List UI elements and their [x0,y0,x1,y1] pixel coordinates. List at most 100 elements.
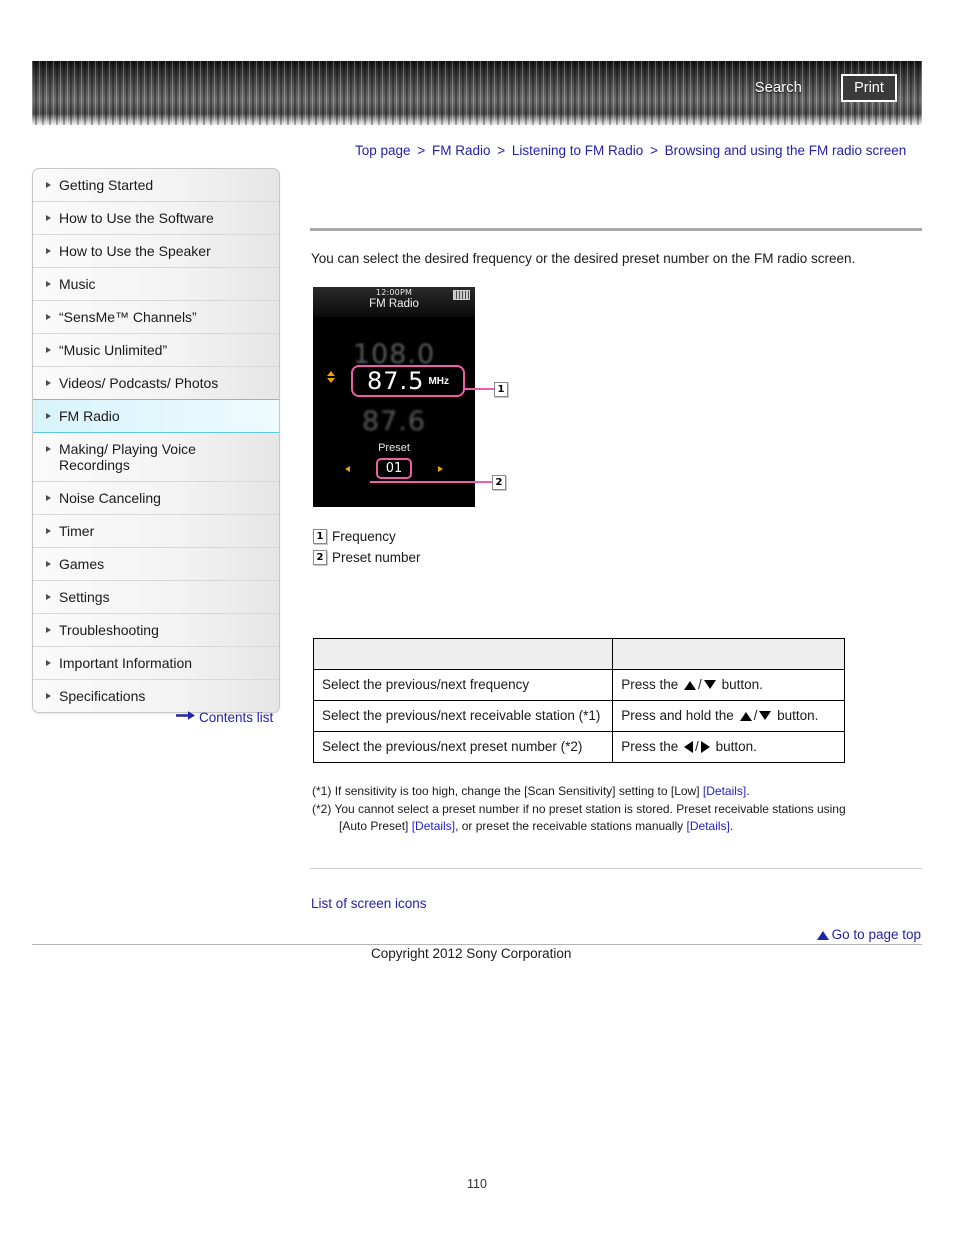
preset-previous-arrow-icon [345,466,350,472]
footnote-1-details-link[interactable]: [Details] [703,784,746,798]
footnote-2-marker: (*2) [312,802,332,816]
footnote-2: (*2) You cannot select a preset number i… [312,801,927,835]
device-clock: 12:00PM [375,288,413,297]
bullet-arrow-icon [46,693,51,699]
sidebar-item-fm-radio[interactable]: FM Radio [33,399,279,433]
sidebar-item-timer[interactable]: Timer [33,515,279,548]
table-header-operation [612,638,845,670]
sidebar-item-important-information[interactable]: Important Information [33,647,279,680]
operation-prefix: Press the [621,677,679,692]
sidebar-item-label: How to Use the Speaker [59,243,211,259]
footnote-2-details-link-1[interactable]: [Details] [412,819,455,833]
triangle-up-icon [816,931,829,940]
preset-selected-box: 01 [376,458,412,479]
legend-row: 1 Frequency [313,529,421,544]
table-cell-operation: Press the / button. [612,731,845,763]
operations-table: Select the previous/next frequency Press… [312,638,845,763]
bullet-arrow-icon [46,215,51,221]
copyright-text: Copyright 2012 Sony Corporation [371,946,572,961]
preset-row: 01 [313,458,475,480]
footnote-1-text: If sensitivity is too high, change the [… [334,784,703,798]
legend-marker-2: 2 [313,550,327,565]
frequency-scroll-arrows-icon [327,371,335,383]
triangle-up-icon [327,371,335,376]
frequency-area: 108.0 87.5 MHz 87.6 [313,339,475,437]
bullet-arrow-icon [46,281,51,287]
callout-marker-1: 1 [494,382,508,397]
legend-marker-1: 1 [313,529,327,544]
frequency-next-value: 87.6 [361,406,427,437]
breadcrumb-item-browsing-and-using-the-fm-radio-screen[interactable]: Browsing and using the FM radio screen [665,143,907,158]
sidebar-item-how-to-use-the-speaker[interactable]: How to Use the Speaker [33,235,279,268]
sidebar-item-label: Making/ Playing Voice Recordings [59,441,196,473]
breadcrumb-item-top-page[interactable]: Top page [355,143,411,158]
callout-leader-line-1 [464,388,494,390]
sidebar-item-videos-podcasts-photos[interactable]: Videos/ Podcasts/ Photos [33,367,279,400]
table-cell-action: Select the previous/next preset number (… [312,731,614,763]
sidebar-item-getting-started[interactable]: Getting Started [33,169,279,202]
footnote-2-text-b: [Auto Preset] [339,819,412,833]
footnote-2-text-d: . [729,819,734,833]
table-header-row [312,638,845,670]
triangle-down-icon [703,680,716,689]
sidebar-item-how-to-use-the-software[interactable]: How to Use the Software [33,202,279,235]
footer-top-divider [310,868,922,869]
breadcrumb-item-listening-to-fm-radio[interactable]: Listening to FM Radio [512,143,643,158]
bullet-arrow-icon [46,380,51,386]
sidebar-item-music[interactable]: Music [33,268,279,301]
device-status-bar: 12:00PM FM Radio [313,287,475,317]
preset-next-arrow-icon [438,466,443,472]
print-button[interactable]: Print [841,74,897,102]
go-to-page-top-label: Go to page top [831,927,921,942]
footnote-2-text: You cannot select a preset number if no … [334,802,846,816]
table-cell-action: Select the previous/next frequency [312,669,614,701]
sidebar-item-label: “Music Unlimited” [59,342,168,358]
bullet-arrow-icon [46,594,51,600]
sidebar-item-label: How to Use the Software [59,210,214,226]
list-of-screen-icons-link[interactable]: List of screen icons [311,896,427,911]
breadcrumb-separator: > [417,143,426,158]
bullet-arrow-icon [46,528,51,534]
preset-label: Preset [378,442,410,454]
breadcrumb-item-fm-radio[interactable]: FM Radio [432,143,491,158]
sidebar-item-music-unlimited[interactable]: “Music Unlimited” [33,334,279,367]
sidebar-item-sensme-channels[interactable]: “SensMe™ Channels” [33,301,279,334]
triangle-left-icon [684,741,694,753]
operation-suffix: button. [777,708,819,723]
sidebar-item-settings[interactable]: Settings [33,581,279,614]
footnote-2-details-link-2[interactable]: [Details] [687,819,730,833]
triangle-up-icon [684,681,697,690]
triangle-up-icon [739,712,752,721]
sidebar-item-label: Games [59,556,105,572]
go-to-page-top-link[interactable]: Go to page top [816,927,921,942]
sidebar-item-label: Specifications [59,688,146,704]
sidebar-item-label: Timer [59,523,95,539]
bullet-arrow-icon [46,627,51,633]
triangle-down-icon [759,711,772,720]
breadcrumb-separator: > [650,143,658,158]
legend-label-frequency: Frequency [332,529,396,544]
sidebar-item-games[interactable]: Games [33,548,279,581]
sidebar-item-making-playing-voice-recordings[interactable]: Making/ Playing Voice Recordings [33,433,279,482]
contents-list-link[interactable]: Contents list [176,708,273,725]
sidebar-item-label: Troubleshooting [59,622,159,638]
sidebar-item-label: Music [59,276,96,292]
table-row: Select the previous/next frequency Press… [312,669,845,701]
table-row: Select the previous/next preset number (… [312,731,845,763]
footnote-1: (*1) If sensitivity is too high, change … [312,783,927,800]
table-cell-action: Select the previous/next receivable stat… [312,700,614,732]
table-row: Select the previous/next receivable stat… [312,700,845,732]
sidebar-item-noise-canceling[interactable]: Noise Canceling [33,482,279,515]
sidebar-item-label: Noise Canceling [59,490,161,506]
footnote-2-text-c: , or preset the receivable stations manu… [455,819,687,833]
preset-area: Preset 01 [313,442,475,480]
bullet-arrow-icon [46,347,51,353]
callout-legend: 1 Frequency 2 Preset number [313,529,421,571]
frequency-unit: MHz [428,375,449,387]
fm-radio-device-screenshot: 12:00PM FM Radio 108.0 87.5 MHz 87.6 Pre… [313,287,475,507]
sidebar-item-troubleshooting[interactable]: Troubleshooting [33,614,279,647]
search-label[interactable]: Search [755,80,802,96]
footnote-1-marker: (*1) [312,784,332,798]
frequency-selected-box: 87.5 MHz [351,365,465,397]
sidebar-navigation: Getting Started How to Use the Software … [32,168,280,713]
